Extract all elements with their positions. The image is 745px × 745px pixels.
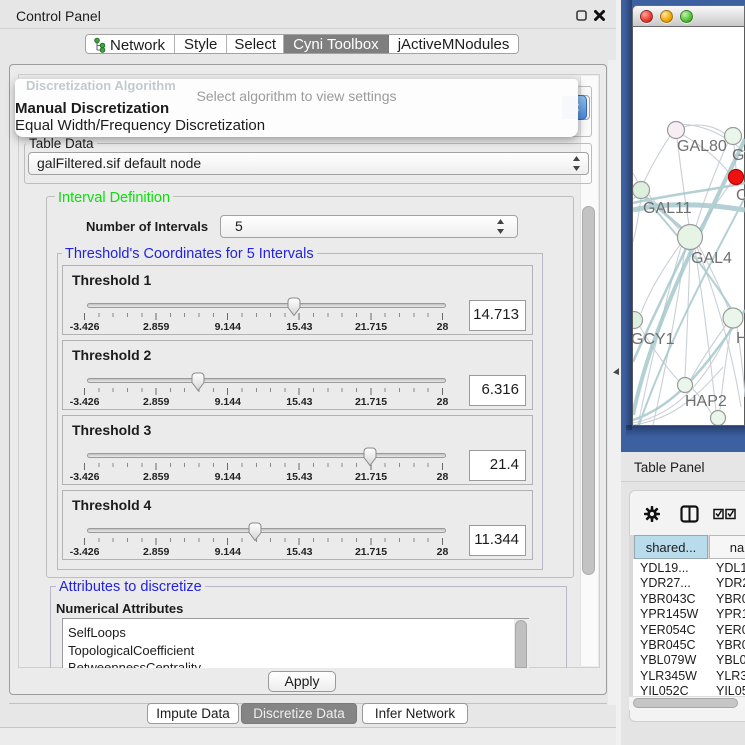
svg-text:GAL4: GAL4	[691, 250, 732, 267]
svg-text:GCY1: GCY1	[633, 331, 675, 348]
svg-text:HAP2: HAP2	[685, 393, 727, 410]
svg-text:GA: GA	[732, 147, 745, 164]
svg-text:C: C	[736, 187, 745, 204]
svg-text:H: H	[736, 330, 745, 347]
svg-text:GAL11: GAL11	[643, 200, 692, 217]
svg-text:GAL80: GAL80	[677, 138, 727, 155]
